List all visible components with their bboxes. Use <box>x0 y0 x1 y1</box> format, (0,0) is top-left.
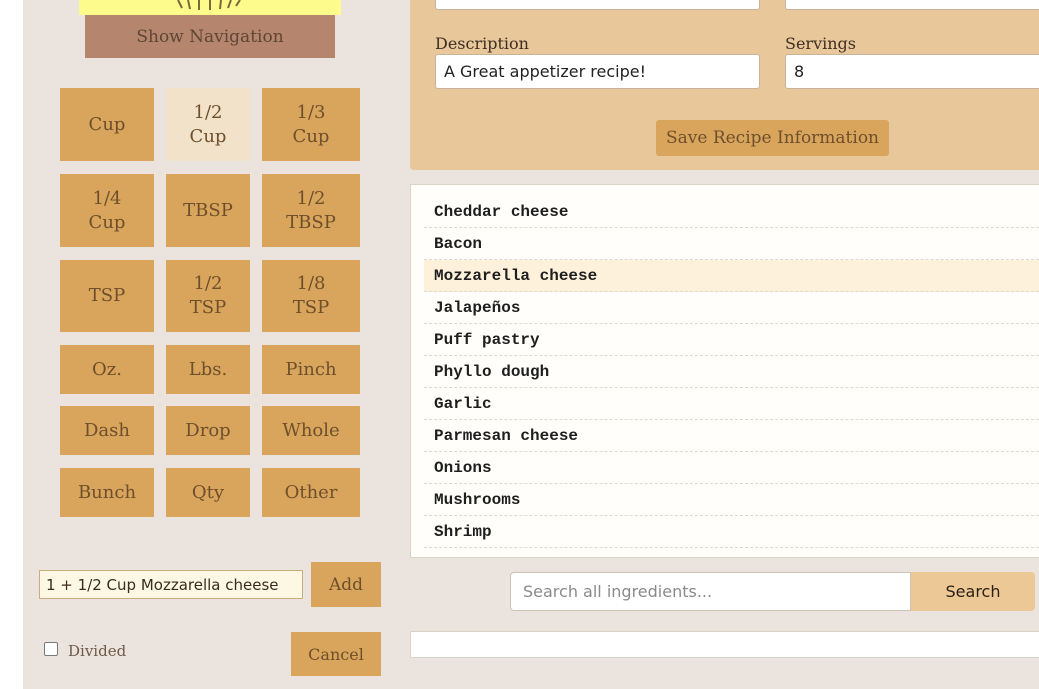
divided-label: Divided <box>68 642 127 660</box>
unit-button[interactable]: 1/8 TSP <box>262 260 360 332</box>
unit-button[interactable]: Cup <box>60 88 154 161</box>
unit-button[interactable]: Qty <box>166 468 250 517</box>
unit-button[interactable]: Dash <box>60 406 154 455</box>
unit-button[interactable]: 1/2 Cup <box>166 88 250 161</box>
add-ingredient-button[interactable]: Add <box>311 562 381 607</box>
recipe-information-form: Description A Great appetizer recipe! Se… <box>410 0 1039 170</box>
ingredient-list-item[interactable]: Cheddar cheese <box>424 196 1039 228</box>
servings-label: Servings <box>785 34 856 53</box>
unit-button[interactable]: Lbs. <box>166 345 250 394</box>
unit-button[interactable]: Drop <box>166 406 250 455</box>
search-button[interactable]: Search <box>911 572 1035 611</box>
ingredient-list-item[interactable]: Mushrooms <box>424 484 1039 516</box>
ingredient-list-item[interactable]: Bacon <box>424 228 1039 260</box>
search-results-box <box>410 631 1039 658</box>
description-label: Description <box>435 34 529 53</box>
ingredient-list-item[interactable]: Mozzarella cheese <box>424 260 1039 292</box>
ingredient-list-item[interactable]: Garlic <box>424 388 1039 420</box>
unit-button[interactable]: Bunch <box>60 468 154 517</box>
show-navigation-button[interactable]: Show Navigation <box>85 15 335 58</box>
unit-button[interactable]: 1/3 Cup <box>262 88 360 161</box>
ingredient-list-item[interactable]: Parmesan cheese <box>424 420 1039 452</box>
unit-button[interactable]: TSP <box>60 260 154 332</box>
unit-button[interactable]: TBSP <box>166 174 250 247</box>
ingredient-list-item[interactable]: Jalapeños <box>424 292 1039 324</box>
recipe-category-input[interactable] <box>785 0 1039 10</box>
page: Show Navigation Cup 1/2 Cup 1/3 Cup 1/4 Cup… <box>23 0 1039 689</box>
ingredient-list-item[interactable]: Onions <box>424 452 1039 484</box>
ingredient-list: Cheddar cheese Bacon Mozzarella cheese Jala… <box>410 184 1039 558</box>
unit-button[interactable]: 1/2 TSP <box>166 260 250 332</box>
description-input[interactable]: A Great appetizer recipe! <box>435 54 760 89</box>
unit-button[interactable]: Pinch <box>262 345 360 394</box>
recipe-name-input[interactable] <box>435 0 760 10</box>
save-recipe-information-button[interactable]: Save Recipe Information <box>656 120 889 156</box>
ingredient-list-item[interactable]: Puff pastry <box>424 324 1039 356</box>
unit-button[interactable]: Oz. <box>60 345 154 394</box>
unit-button[interactable]: Whole <box>262 406 360 455</box>
divided-checkbox[interactable] <box>44 642 58 656</box>
ingredient-search-input[interactable]: Search all ingredients... <box>510 572 911 611</box>
logo-sun-icon <box>79 0 341 15</box>
cancel-button[interactable]: Cancel <box>291 632 381 676</box>
unit-button[interactable]: Other <box>262 468 360 517</box>
ingredient-list-item[interactable]: Phyllo dough <box>424 356 1039 388</box>
unit-button[interactable]: 1/2 TBSP <box>262 174 360 247</box>
ingredient-list-item[interactable]: Shrimp <box>424 516 1039 548</box>
servings-input[interactable]: 8 <box>785 54 1039 89</box>
search-placeholder: Search all ingredients... <box>523 582 713 601</box>
ingredient-entry-input[interactable]: 1 + 1/2 Cup Mozzarella cheese <box>39 570 303 599</box>
unit-button[interactable]: 1/4 Cup <box>60 174 154 247</box>
